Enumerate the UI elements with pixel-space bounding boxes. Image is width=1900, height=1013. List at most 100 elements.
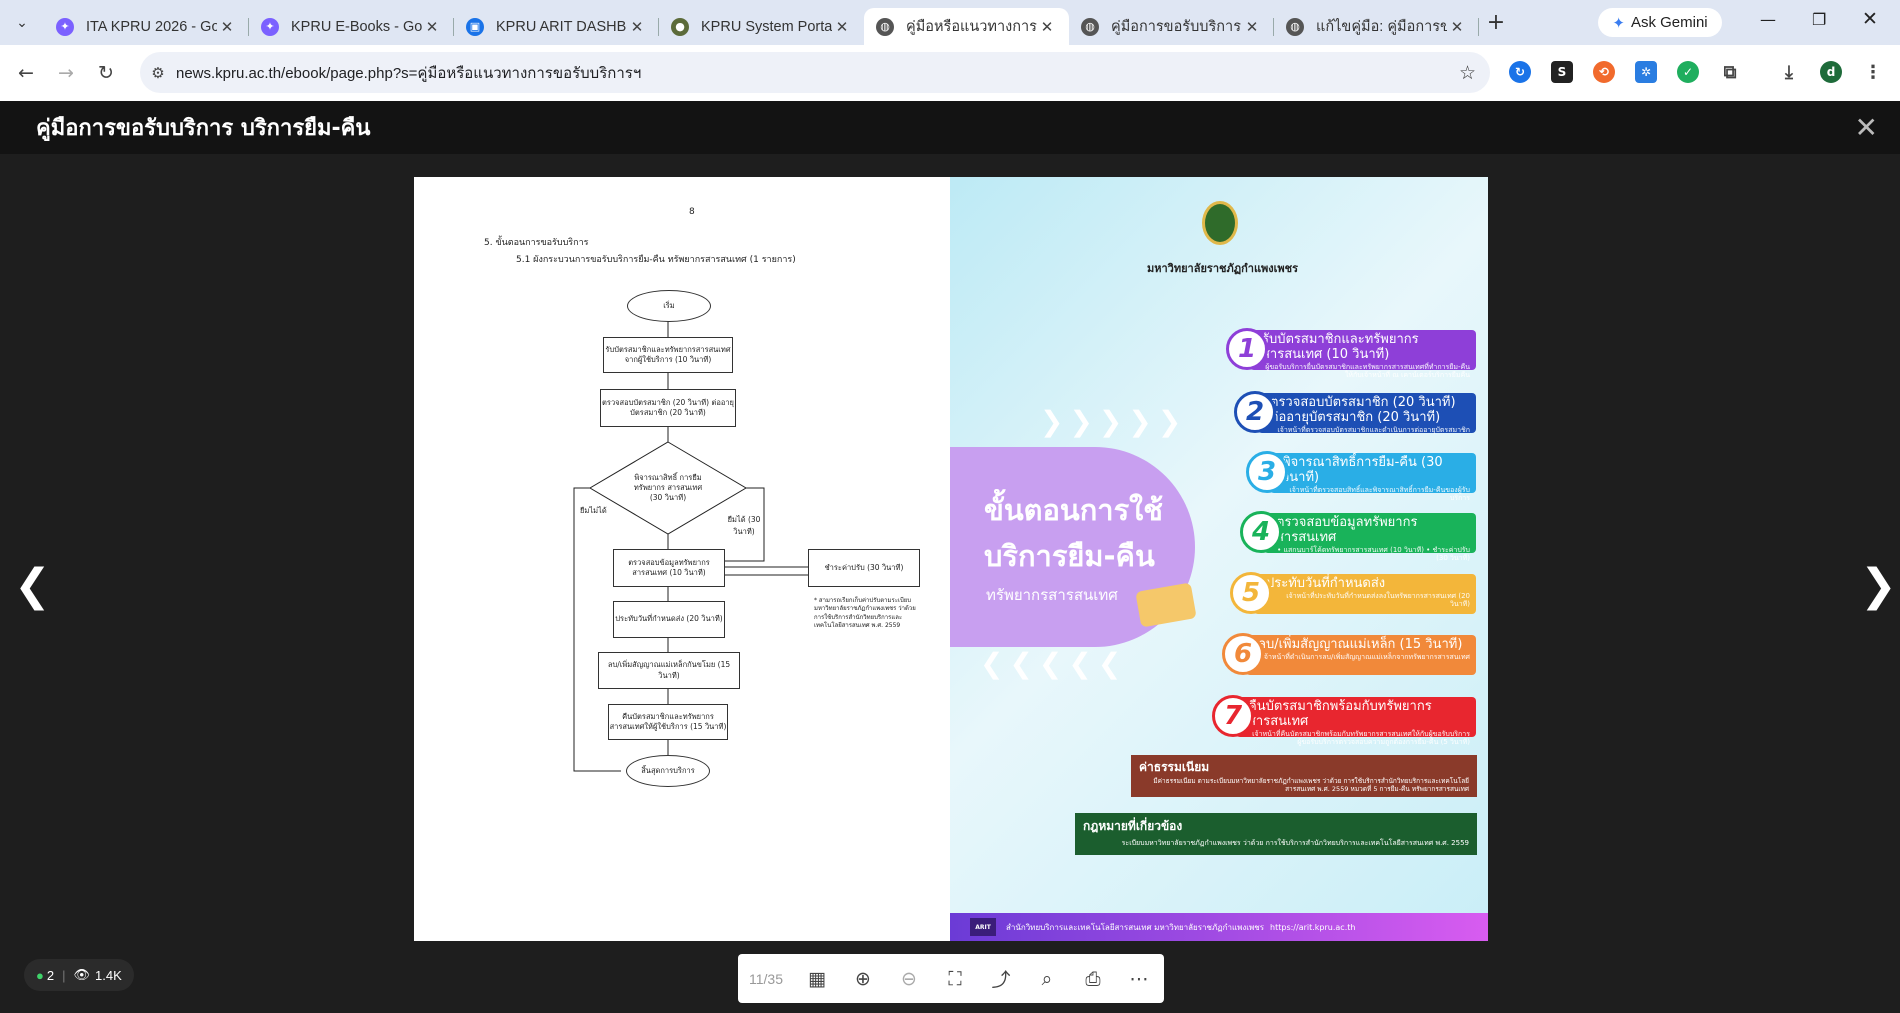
- site-info-icon[interactable]: ⚙: [140, 64, 176, 82]
- tab-2[interactable]: ▣ KPRU ARIT DASHBOA✕: [454, 8, 659, 45]
- gear-extension-icon[interactable]: ✲: [1635, 61, 1657, 83]
- translate-extension-icon[interactable]: ⟲: [1593, 61, 1615, 83]
- tab-favicon-icon: ◍: [876, 17, 894, 36]
- university-name: มหาวิทยาลัยราชภัฏกำแพงเพชร: [1147, 262, 1299, 275]
- profile-avatar[interactable]: d: [1820, 61, 1842, 83]
- step-3: พิจารณาสิทธิ์การยืม-คืน (30 วินาที) เจ้าห…: [1270, 453, 1476, 502]
- close-tab-icon[interactable]: ✕: [832, 18, 852, 36]
- bookmark-star-icon[interactable]: ☆: [1459, 62, 1476, 84]
- step-title: ตรวจสอบข้อมูลทรัพยากรสารสนเทศ: [1276, 515, 1418, 545]
- tab-0[interactable]: ✦ ITA KPRU 2026 - Goo ✕: [44, 8, 249, 45]
- address-bar[interactable]: ⚙ news.kpru.ac.th/ebook/page.php?s=คู่มื…: [140, 52, 1490, 93]
- law-text: ระเบียบมหาวิทยาลัยราชภัฏกำแพงเพชร ว่าด้ว…: [1121, 839, 1469, 847]
- flow-box-6: คืนบัตรสมาชิกและทรัพยากร สารสนเทศให้ผู้ใ…: [608, 704, 728, 740]
- university-seal: [1202, 201, 1238, 245]
- forward-button[interactable]: →: [46, 62, 86, 84]
- chevrons-right-icon: ❯❯❯❯❯: [1040, 405, 1188, 438]
- step-title: ตรวจสอบบัตรสมาชิก (20 วินาที) ต่ออายุบัต…: [1270, 395, 1456, 425]
- step-subtext: เจ้าหน้าที่ดำเนินการลบ/เพิ่มสัญญาณแม่เหล…: [1261, 652, 1471, 661]
- step-subtext: เจ้าหน้าที่ประทับวันที่กำหนดส่งลงในทรัพย…: [1286, 591, 1470, 609]
- reload-button[interactable]: ↻: [86, 62, 126, 84]
- step-number-badge: 5: [1230, 572, 1272, 614]
- gemini-icon: ✦: [1612, 14, 1625, 32]
- grammar-extension-icon[interactable]: ✓: [1677, 61, 1699, 83]
- step-number-badge: 1: [1226, 328, 1268, 370]
- tab-search-button[interactable]: ⌄: [0, 0, 44, 45]
- minimize-button[interactable]: —: [1760, 10, 1776, 29]
- tab-6[interactable]: ◍ แก้ไขคู่มือ: คู่มือการขอรั✕: [1274, 8, 1479, 45]
- download-icon[interactable]: ⤓: [1778, 61, 1800, 83]
- close-tab-icon[interactable]: ✕: [422, 18, 442, 36]
- back-button[interactable]: ←: [6, 62, 46, 84]
- step-2: ตรวจสอบบัตรสมาชิก (20 วินาที) ต่ออายุบัต…: [1258, 393, 1476, 434]
- prev-page-arrow[interactable]: ❮: [14, 560, 51, 611]
- tab-title: ITA KPRU 2026 - Goo: [86, 18, 217, 35]
- close-tab-icon[interactable]: ✕: [1447, 18, 1467, 36]
- fullscreen-icon[interactable]: ⛶: [932, 968, 978, 990]
- grid-view-icon[interactable]: ▦: [794, 968, 840, 990]
- flow-note: * สามารถเรียกเก็บค่าปรับตามระเบียบมหาวิท…: [814, 597, 916, 630]
- viewer-stats: ● 2 | 👁 1.4K: [24, 959, 134, 991]
- fee-title: ค่าธรรมเนียม: [1139, 760, 1210, 774]
- tab-title: KPRU System Portal: [701, 18, 832, 35]
- headline-line-2: บริการยืม-คืน: [984, 539, 1155, 573]
- chevron-down-icon: ⌄: [16, 14, 28, 31]
- step-subtext: เจ้าหน้าที่ตรวจสอบสิทธิ์และพิจารณาสิทธิ์…: [1289, 485, 1470, 503]
- puzzle-icon[interactable]: ⧉: [1719, 61, 1741, 83]
- tab-favicon-icon: ✦: [261, 17, 279, 36]
- tab-4[interactable]: ◍ คู่มือหรือแนวทางการ ✕: [864, 8, 1069, 45]
- tab-5[interactable]: ◍ คู่มือการขอรับบริการ บริ✕: [1069, 8, 1274, 45]
- share-icon[interactable]: ⤴: [978, 965, 1024, 992]
- sync-extension-icon[interactable]: ↻: [1509, 61, 1531, 83]
- step-number-badge: 3: [1246, 451, 1288, 493]
- ask-gemini-button[interactable]: ✦ Ask Gemini: [1598, 8, 1722, 37]
- s-extension-icon[interactable]: S: [1551, 61, 1573, 83]
- close-window-button[interactable]: ✕: [1862, 8, 1878, 30]
- step-4: ตรวจสอบข้อมูลทรัพยากรสารสนเทศ • แสกนบาร์โ…: [1264, 513, 1476, 562]
- more-vertical-icon[interactable]: ⋮: [1862, 61, 1884, 83]
- tab-title: แก้ไขคู่มือ: คู่มือการขอรั: [1316, 19, 1447, 35]
- right-page: มหาวิทยาลัยราชภัฏกำแพงเพชร ❯❯❯❯❯ ❮❮❮❮❮ ข…: [950, 177, 1488, 941]
- tab-1[interactable]: ✦ KPRU E-Books - Goo ✕: [249, 8, 454, 45]
- step-subtext: เจ้าหน้าที่คืนบัตรสมาชิกพร้อมกับทรัพยากร…: [1252, 729, 1470, 747]
- step-title: คืนบัตรสมาชิกพร้อมกับทรัพยากรสารสนเทศ: [1248, 699, 1432, 729]
- tab-3[interactable]: ● KPRU System Portal ✕: [659, 8, 864, 45]
- plus-icon: +: [1486, 10, 1506, 35]
- more-horizontal-icon[interactable]: ⋯: [1116, 968, 1162, 990]
- restore-button[interactable]: ❐: [1812, 10, 1826, 29]
- url-text: news.kpru.ac.th/ebook/page.php?s=คู่มือห…: [176, 64, 642, 82]
- tab-title: KPRU ARIT DASHBOA: [496, 18, 627, 35]
- zoom-in-icon[interactable]: ⊕: [840, 968, 886, 990]
- close-tab-icon[interactable]: ✕: [1037, 18, 1057, 36]
- step-subtext: • แสกนบาร์โค้ดทรัพยากรสารสนเทศ (10 วินาท…: [1277, 545, 1470, 563]
- step-title: ประทับวันที่กำหนดส่ง: [1266, 576, 1386, 591]
- headline-line-1: ขั้นตอนการใช้: [984, 493, 1163, 527]
- step-number-badge: 7: [1212, 695, 1254, 737]
- close-tab-icon[interactable]: ✕: [627, 18, 647, 36]
- tab-favicon-icon: ●: [671, 17, 689, 36]
- footer-text: สำนักวิทยบริการและเทคโนโลยีสารสนเทศ มหาว…: [1006, 922, 1265, 932]
- viewer-title: คู่มือการขอรับบริการ บริการยืม-คืน: [36, 116, 371, 141]
- close-viewer-icon[interactable]: ✕: [1855, 111, 1878, 144]
- online-count: 2: [46, 967, 55, 983]
- step-title: รับบัตรสมาชิกและทรัพยากรสารสนเทศ (10 วิน…: [1262, 332, 1419, 362]
- flow-end: สิ้นสุดการบริการ: [626, 755, 710, 787]
- flow-decision: พิจารณาสิทธิ์ การยืมทรัพยากร สารสนเทศ (3…: [633, 472, 703, 503]
- eye-icon: 👁: [73, 967, 90, 982]
- zoom-out-icon[interactable]: ⊖: [886, 968, 932, 990]
- page-footer: ARIT สำนักวิทยบริการและเทคโนโลยีสารสนเทศ…: [950, 913, 1488, 941]
- print-icon[interactable]: ⎙: [1070, 968, 1116, 990]
- close-tab-icon[interactable]: ✕: [217, 18, 237, 36]
- flow-box-2: ตรวจสอบบัตรสมาชิก (20 วินาที) ต่ออายุบัต…: [600, 389, 736, 427]
- tab-favicon-icon: ◍: [1286, 17, 1304, 36]
- chevrons-left-icon: ❮❮❮❮❮: [980, 647, 1128, 680]
- toolbar: ← → ↻ ⚙ news.kpru.ac.th/ebook/page.php?s…: [0, 45, 1900, 101]
- search-icon[interactable]: ⌕: [1024, 968, 1070, 990]
- tab-title: KPRU E-Books - Goo: [291, 18, 422, 35]
- step-number-badge: 2: [1234, 391, 1276, 433]
- new-tab-button[interactable]: +: [1479, 10, 1513, 35]
- next-page-arrow[interactable]: ❯: [1860, 560, 1897, 611]
- headline-line-3: ทรัพยากรสารสนเทศ: [986, 586, 1118, 604]
- flow-box-4: ประทับวันที่กำหนดส่ง (20 วินาที): [613, 601, 725, 638]
- close-tab-icon[interactable]: ✕: [1242, 18, 1262, 36]
